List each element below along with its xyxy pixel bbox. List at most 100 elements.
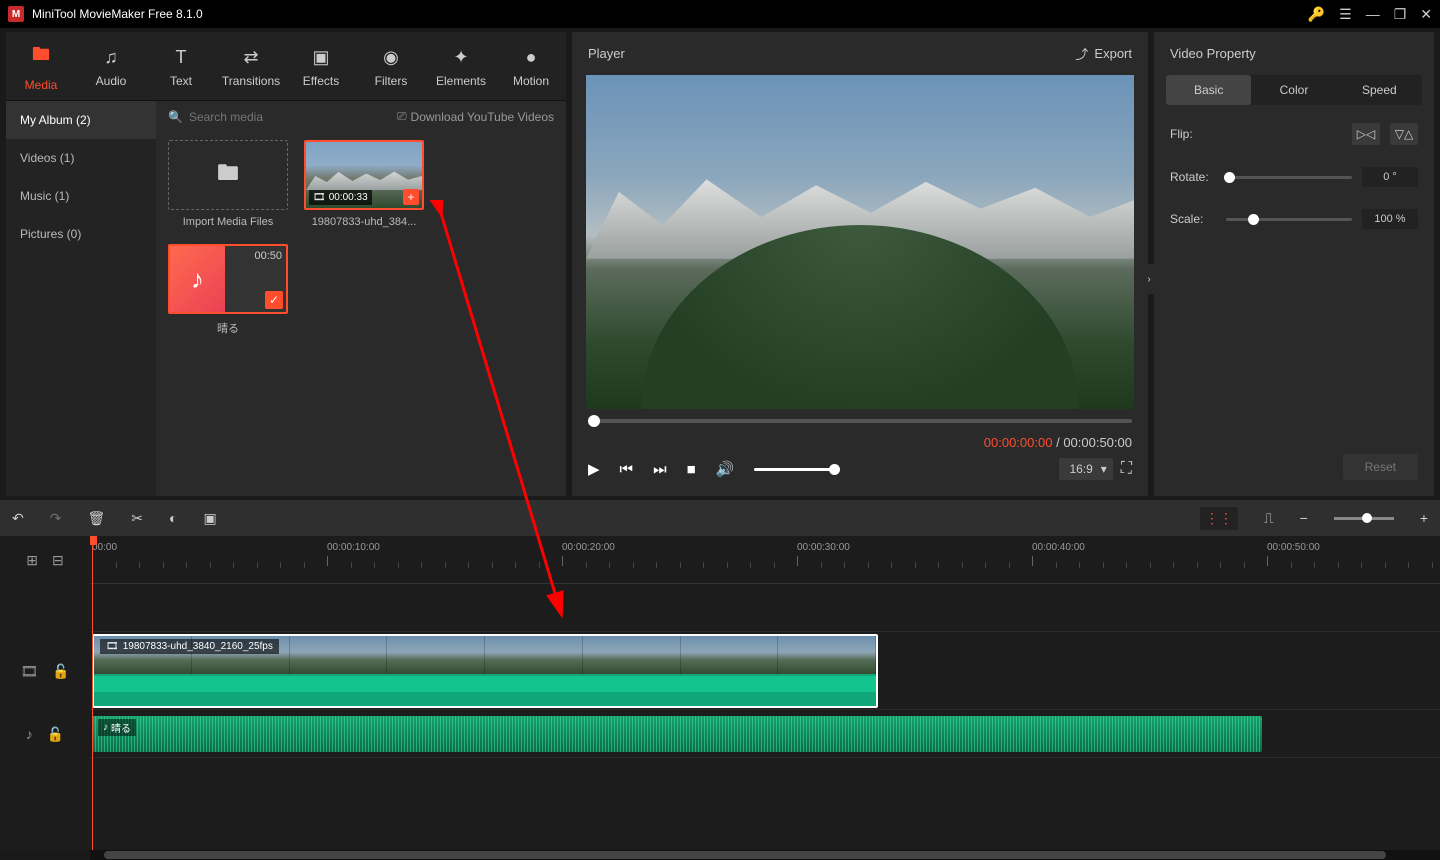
video-track-icon[interactable]: 🎞	[20, 663, 38, 680]
flip-horizontal-button[interactable]: ▷◁	[1352, 123, 1380, 145]
duration-badge: 🎞00:00:33	[309, 190, 372, 205]
rotate-value[interactable]: 0 °	[1362, 167, 1418, 187]
speed-button[interactable]: ◐	[169, 510, 177, 526]
music-thumbnail[interactable]: ♪ 00:50 ✓	[168, 244, 288, 314]
play-button[interactable]: ▶	[588, 460, 600, 478]
delete-button[interactable]: 🗑	[87, 510, 105, 527]
ruler-tick: 00:00:40:00	[1032, 542, 1085, 553]
media-sidebar: My Album (2) Videos (1) Music (1) Pictur…	[6, 101, 156, 496]
ruler-tick: 00:00:10:00	[327, 542, 380, 553]
export-button[interactable]: ⤴ Export	[1075, 44, 1132, 63]
media-panel: 🖿Media ♫Audio TText ⇄Transitions ▣Effect…	[6, 32, 566, 496]
folder-plus-icon: 🖿	[217, 156, 239, 194]
redo-button[interactable]: ↷	[50, 510, 62, 527]
zoom-out-button[interactable]: −	[1300, 510, 1308, 526]
download-youtube-link[interactable]: ⎚ Download YouTube Videos	[397, 109, 554, 124]
elements-icon: ✦	[453, 47, 468, 68]
scale-label: Scale:	[1170, 212, 1216, 226]
tab-text[interactable]: TText	[146, 32, 216, 100]
timeline-ruler[interactable]: 00:0000:00:10:0000:00:20:0000:00:30:0000…	[90, 536, 1440, 584]
snap-toggle[interactable]: ⋮⋮	[1200, 507, 1238, 530]
film-icon: 🎞	[313, 192, 326, 203]
audio-clip[interactable]: ♪晴る	[92, 716, 1262, 752]
track-header-controls: ⊞ ⊟	[0, 536, 90, 584]
rotate-label: Rotate:	[1170, 170, 1216, 184]
add-to-timeline-button[interactable]: +	[403, 189, 419, 205]
music-icon: ♪	[170, 246, 225, 312]
volume-icon[interactable]: 🔊	[716, 460, 735, 478]
video-track[interactable]: 🎞19807833-uhd_3840_2160_25fps	[90, 632, 1440, 710]
zoom-in-button[interactable]: +	[1420, 510, 1428, 526]
tab-audio[interactable]: ♫Audio	[76, 32, 146, 100]
export-icon: ⤴	[1075, 44, 1088, 63]
tab-transitions[interactable]: ⇄Transitions	[216, 32, 286, 100]
effects-icon: ▣	[312, 47, 329, 68]
tab-filters[interactable]: ◉Filters	[356, 32, 426, 100]
preview-viewport[interactable]	[586, 75, 1134, 409]
lock-icon[interactable]: 🔓	[47, 726, 64, 743]
hamburger-menu-icon[interactable]: ☰	[1339, 6, 1352, 23]
scale-value[interactable]: 100 %	[1362, 209, 1418, 229]
next-frame-button[interactable]: ⏭	[653, 461, 667, 478]
audio-track[interactable]: ♪晴る	[90, 710, 1440, 758]
marker-button[interactable]: ⎍	[1264, 510, 1274, 527]
import-label: Import Media Files	[183, 216, 273, 228]
media-item-music[interactable]: ♪ 00:50 ✓ 晴る	[168, 244, 288, 336]
playhead[interactable]	[92, 536, 93, 850]
tab-media[interactable]: 🖿Media	[6, 32, 76, 100]
collapse-handle[interactable]: ›	[1144, 264, 1154, 294]
prev-frame-button[interactable]: ⏮	[620, 461, 634, 478]
sidebar-item-my-album[interactable]: My Album (2)	[6, 101, 156, 139]
zoom-slider[interactable]	[1334, 517, 1394, 520]
add-track-icon[interactable]: ⊞	[26, 552, 38, 569]
flip-label: Flip:	[1170, 127, 1216, 141]
video-clip[interactable]: 🎞19807833-uhd_3840_2160_25fps	[92, 634, 878, 708]
timeline-scrollbar[interactable]	[90, 850, 1440, 860]
category-tabs: 🖿Media ♫Audio TText ⇄Transitions ▣Effect…	[6, 32, 566, 101]
video-track-header: 🎞 🔓	[0, 632, 90, 710]
properties-title: Video Property	[1154, 32, 1434, 75]
music-duration: 00:50	[254, 250, 282, 262]
key-icon[interactable]: 🔑	[1308, 6, 1325, 23]
crop-button[interactable]: ▣	[203, 510, 216, 527]
tab-elements[interactable]: ✦Elements	[426, 32, 496, 100]
maximize-icon[interactable]: ❐	[1394, 6, 1407, 23]
volume-slider[interactable]	[754, 468, 834, 471]
reset-button[interactable]: Reset	[1343, 454, 1418, 480]
close-icon[interactable]: ✕	[1420, 6, 1432, 23]
seek-bar[interactable]	[588, 419, 1132, 423]
media-item-video[interactable]: 🎞00:00:33 + 19807833-uhd_384...	[304, 140, 424, 228]
lock-icon[interactable]: 🔓	[52, 663, 69, 680]
rotate-slider[interactable]	[1226, 176, 1352, 179]
app-title: MiniTool MovieMaker Free 8.1.0	[32, 7, 1308, 21]
aspect-ratio-select[interactable]: 16:9	[1059, 458, 1112, 480]
music-item-name: 晴る	[217, 320, 239, 336]
timeline-tracks[interactable]: 00:0000:00:10:0000:00:20:0000:00:30:0000…	[90, 536, 1440, 850]
tab-motion[interactable]: ●Motion	[496, 32, 566, 100]
video-thumbnail[interactable]: 🎞00:00:33 +	[304, 140, 424, 210]
timeline-region: ↶ ↷ 🗑 ✂ ◐ ▣ ⋮⋮ ⎍ − + ⊞ ⊟ 🎞 🔓 ♪ 🔓	[0, 500, 1440, 860]
fullscreen-icon[interactable]: ⛶	[1121, 460, 1132, 478]
undo-button[interactable]: ↶	[12, 510, 24, 527]
minimize-icon[interactable]: —	[1366, 6, 1380, 22]
prop-tab-color[interactable]: Color	[1251, 75, 1336, 105]
import-media-tile[interactable]: 🖿 Import Media Files	[168, 140, 288, 228]
prop-tab-speed[interactable]: Speed	[1337, 75, 1422, 105]
flip-vertical-button[interactable]: ▽△	[1390, 123, 1418, 145]
import-thumb[interactable]: 🖿	[168, 140, 288, 210]
sidebar-item-music[interactable]: Music (1)	[6, 177, 156, 215]
stop-button[interactable]: ■	[687, 461, 696, 478]
sidebar-item-pictures[interactable]: Pictures (0)	[6, 215, 156, 253]
music-note-icon: ♫	[104, 47, 118, 68]
tab-effects[interactable]: ▣Effects	[286, 32, 356, 100]
sidebar-item-videos[interactable]: Videos (1)	[6, 139, 156, 177]
search-input[interactable]	[189, 110, 289, 124]
collapse-tracks-icon[interactable]: ⊟	[52, 552, 64, 569]
ruler-tick: 00:00:20:00	[562, 542, 615, 553]
properties-panel: › Video Property Basic Color Speed Flip:…	[1154, 32, 1434, 496]
prop-tab-basic[interactable]: Basic	[1166, 75, 1251, 105]
scale-slider[interactable]	[1226, 218, 1352, 221]
audio-track-icon[interactable]: ♪	[26, 726, 33, 742]
split-button[interactable]: ✂	[131, 510, 143, 527]
text-icon: T	[176, 47, 187, 68]
